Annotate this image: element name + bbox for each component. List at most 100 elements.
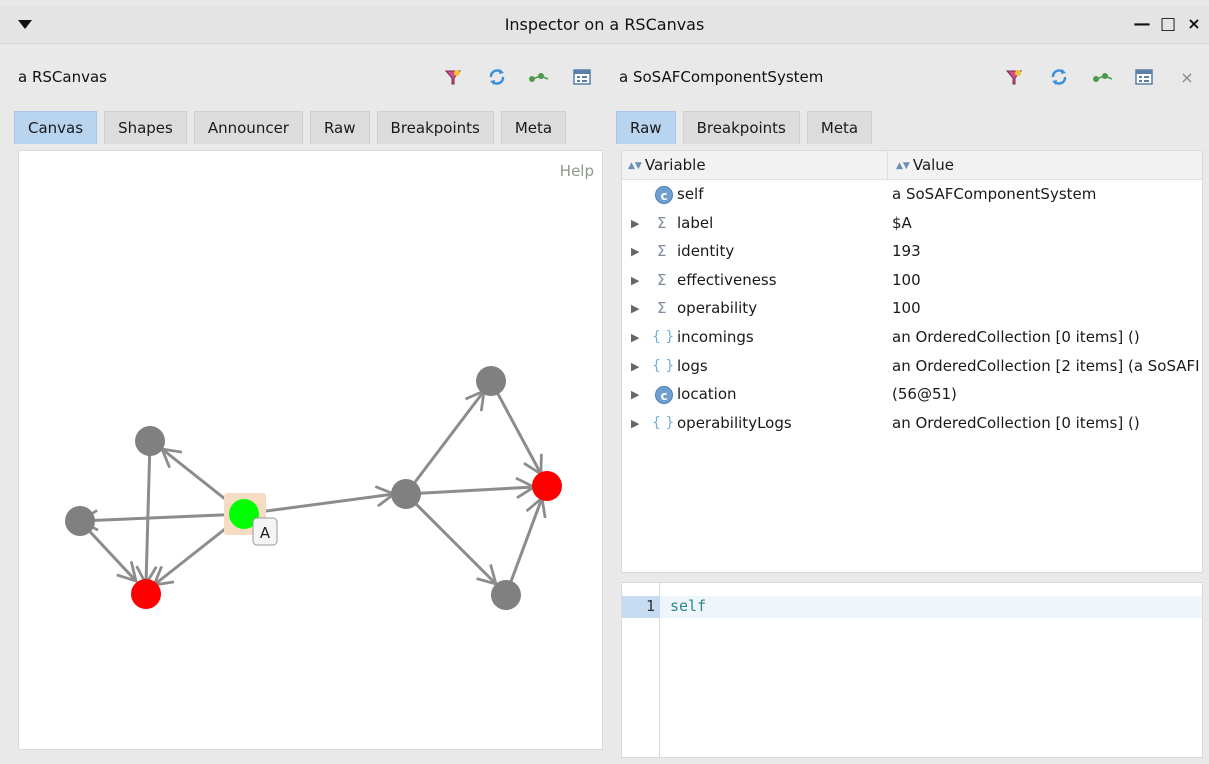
graph-node[interactable]	[476, 366, 506, 396]
code-text[interactable]: self	[670, 597, 706, 615]
collection-icon: { }	[652, 414, 675, 431]
variable-name: self	[677, 185, 704, 203]
variable-name: incomings	[677, 328, 754, 346]
line-number: 1	[645, 597, 655, 615]
graph-edge	[146, 440, 150, 584]
variable-name: operabilityLogs	[677, 413, 792, 432]
table-row[interactable]: c self a SoSAFComponentSystem	[622, 181, 1202, 210]
graph-edge	[405, 487, 534, 494]
tab-shapes[interactable]: Shapes	[104, 111, 187, 144]
variable-value: (56@51)	[892, 385, 957, 404]
graph-edges	[80, 380, 542, 596]
column-header-variable[interactable]: ▲▼ Variable	[628, 156, 706, 174]
expand-arrow-icon[interactable]: ▶	[631, 217, 639, 230]
inspect-icon[interactable]	[570, 66, 594, 88]
sigma-icon: Σ	[657, 270, 667, 289]
sort-icon: ▲▼	[896, 161, 910, 171]
table-row[interactable]: ▶ { } operabilityLogs an OrderedCollection …	[622, 410, 1202, 439]
left-pane-title: a RSCanvas	[18, 68, 107, 86]
graph-edge	[243, 494, 394, 516]
expand-arrow-icon[interactable]: ▶	[631, 417, 639, 430]
expand-arrow-icon[interactable]: ▶	[631, 331, 639, 344]
browse-icon[interactable]	[1090, 66, 1114, 88]
variable-value: a SoSAFComponentSystem	[892, 185, 1097, 203]
table-row[interactable]: ▶ Σlabel $A	[622, 210, 1202, 239]
tab-announcer[interactable]: Announcer	[193, 111, 303, 144]
refresh-icon[interactable]	[485, 66, 509, 88]
sort-icon: ▲▼	[628, 161, 642, 171]
table-row[interactable]: ▶ { } logs an OrderedCollection [2 items] (…	[622, 353, 1202, 382]
browse-icon[interactable]	[526, 66, 550, 88]
expand-arrow-icon[interactable]: ▶	[631, 302, 639, 315]
variables-table: ▲▼ Variable ▲▼ Value c self a SoSAFComponent…	[621, 150, 1203, 573]
variable-value: an OrderedCollection [0 items] ()	[892, 413, 1140, 432]
tab-raw[interactable]: Raw	[309, 111, 370, 144]
graph-edge	[404, 492, 496, 584]
variable-value: $A	[892, 213, 912, 232]
table-row[interactable]: ▶ Σidentity 193	[622, 238, 1202, 267]
column-header-value[interactable]: ▲▼ Value	[896, 156, 954, 174]
expand-arrow-icon[interactable]: ▶	[631, 388, 639, 401]
filter-icon[interactable]	[441, 66, 465, 88]
node-label: A	[260, 524, 271, 542]
expand-arrow-icon[interactable]: ▶	[631, 274, 639, 287]
table-header: ▲▼ Variable ▲▼ Value	[622, 151, 1202, 180]
tab-meta[interactable]: Meta	[806, 111, 873, 144]
variable-name: operability	[677, 299, 758, 318]
variable-name: identity	[677, 242, 735, 261]
variable-name: effectiveness	[677, 270, 777, 289]
right-pane-title: a SoSAFComponentSystem	[619, 68, 824, 86]
table-row[interactable]: ▶ { } incomings an OrderedCollection [0 ite…	[622, 324, 1202, 353]
graph-node[interactable]	[491, 580, 521, 610]
sigma-icon: Σ	[657, 299, 667, 318]
tab-breakpoints[interactable]: Breakpoints	[376, 111, 494, 144]
sigma-icon: Σ	[657, 213, 667, 232]
collection-icon: { }	[652, 357, 675, 374]
window-title: Inspector on a RSCanvas	[504, 15, 705, 34]
graph-edge	[489, 380, 541, 474]
graph-node[interactable]	[532, 471, 562, 501]
minimize-button[interactable]: —	[1132, 14, 1152, 34]
column-divider[interactable]	[887, 151, 888, 180]
graph-node[interactable]	[131, 579, 161, 609]
variable-name: label	[677, 213, 714, 232]
variable-value: 193	[892, 242, 921, 261]
graph-node[interactable]	[135, 426, 165, 456]
code-editor[interactable]: 1 self	[621, 582, 1203, 758]
tab-meta[interactable]: Meta	[500, 111, 567, 144]
expand-arrow-icon[interactable]: ▶	[631, 360, 639, 373]
variable-value: an OrderedCollection [0 items] ()	[892, 328, 1140, 346]
graph-edge	[404, 391, 484, 495]
variable-value: 100	[892, 270, 921, 289]
graph-node[interactable]	[391, 479, 421, 509]
variable-name: location	[677, 385, 737, 404]
filter-icon[interactable]	[1002, 66, 1026, 88]
tab-breakpoints[interactable]: Breakpoints	[682, 111, 800, 144]
right-pane-header: a SoSAFComponentSystem ×	[610, 54, 1209, 100]
left-tabs: Canvas Shapes Announcer Raw Breakpoints …	[14, 111, 573, 144]
rs-canvas[interactable]: Help A	[18, 150, 603, 750]
graph-edge	[504, 498, 542, 596]
inspect-icon[interactable]	[1132, 66, 1156, 88]
tab-canvas[interactable]: Canvas	[14, 111, 98, 144]
close-pane-icon[interactable]: ×	[1175, 66, 1199, 88]
right-tabs: Raw Breakpoints Meta	[616, 111, 879, 144]
expand-arrow-icon[interactable]: ▶	[631, 245, 639, 258]
maximize-button[interactable]: □	[1158, 14, 1178, 34]
window-title-bar: Inspector on a RSCanvas — □ ×	[0, 6, 1209, 44]
refresh-icon[interactable]	[1047, 66, 1071, 88]
class-icon: c	[655, 386, 673, 405]
table-row[interactable]: ▶ Σoperability 100	[622, 295, 1202, 324]
variable-name: logs	[677, 356, 708, 375]
table-row[interactable]: ▶ Σeffectiveness 100	[622, 267, 1202, 296]
graph-node[interactable]	[65, 506, 95, 536]
table-row[interactable]: ▶ c location (56@51)	[622, 381, 1202, 410]
class-icon: c	[655, 186, 673, 204]
variable-value: 100	[892, 299, 921, 318]
variable-value: an OrderedCollection [2 items] (a SoSAFI	[892, 356, 1200, 375]
left-pane-header: a RSCanvas	[0, 54, 610, 100]
close-window-button[interactable]: ×	[1184, 14, 1204, 33]
collection-icon: { }	[652, 329, 675, 345]
graph-drawing[interactable]: A	[19, 151, 604, 751]
tab-raw[interactable]: Raw	[616, 111, 676, 144]
